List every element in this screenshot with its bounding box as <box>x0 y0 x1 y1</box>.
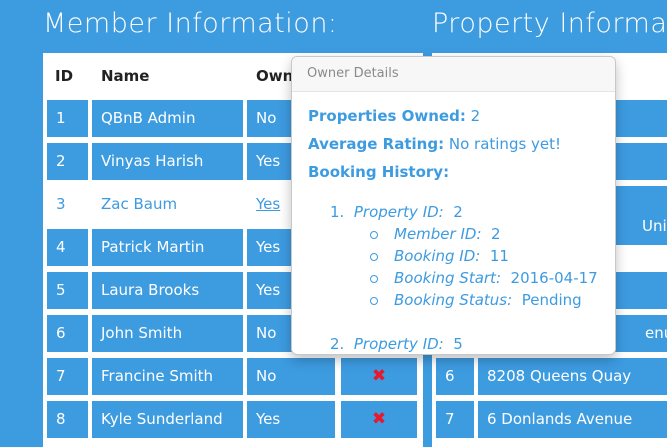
average-rating-value: No ratings yet! <box>448 135 562 153</box>
properties-owned-label: Properties Owned: <box>308 107 466 125</box>
member-name-cell: Patrick Martin <box>92 229 243 266</box>
property-info-heading: Property Informat <box>432 8 667 39</box>
bullet-icon <box>370 252 378 261</box>
member-id-item: Member ID: 2 <box>370 225 501 243</box>
member-owner-cell: No <box>247 358 335 395</box>
delete-member-icon[interactable]: ✖ <box>341 358 417 395</box>
properties-owned-value: 2 <box>470 107 481 125</box>
member-name-cell: John Smith <box>92 315 243 352</box>
bullet-icon <box>370 230 378 239</box>
bullet-icon <box>370 296 378 305</box>
member-name-cell: Kyle Sunderland <box>92 401 243 438</box>
member-id-cell: 2 <box>47 143 88 180</box>
booking-id-item: Booking ID: 11 <box>370 247 509 265</box>
member-name-cell: Francine Smith <box>92 358 243 395</box>
column-header-owner: Own <box>256 67 294 85</box>
member-id-cell: 5 <box>47 272 88 309</box>
property-id-cell: 6 <box>436 358 474 395</box>
properties-owned-line: Properties Owned: 2 <box>308 107 480 125</box>
owner-details-popover: Owner Details Properties Owned: 2 Averag… <box>291 56 616 355</box>
member-name-cell: Vinyas Harish <box>92 143 243 180</box>
member-owner-cell[interactable]: Yes <box>247 401 335 438</box>
booking-start-item: Booking Start: 2016-04-17 <box>370 269 598 287</box>
member-id-cell: 8 <box>47 401 88 438</box>
booking-history-label: Booking History: <box>308 163 450 181</box>
property-id-cell: 7 <box>436 401 474 438</box>
column-header-id: ID <box>55 67 74 85</box>
member-id-cell: 1 <box>47 100 88 137</box>
property-address-cell: 8208 Queens Quay <box>478 358 667 395</box>
average-rating-label: Average Rating: <box>308 135 445 153</box>
average-rating-line: Average Rating: No ratings yet! <box>308 135 561 153</box>
booking-status-item: Booking Status: Pending <box>370 291 582 309</box>
booking-entry: 2. Property ID: 5 <box>330 335 463 353</box>
member-id-cell: 4 <box>47 229 88 266</box>
property-address-cell: 6 Donlands Avenue <box>478 401 667 438</box>
booking-entry: 1. Property ID: 2 <box>330 203 463 221</box>
column-header-name: Name <box>101 67 150 85</box>
member-info-heading: Member Information: <box>43 8 338 39</box>
delete-member-icon[interactable]: ✖ <box>341 401 417 438</box>
member-id-cell: 7 <box>47 358 88 395</box>
member-name-cell: Zac Baum <box>92 186 243 223</box>
member-name-cell: Laura Brooks <box>92 272 243 309</box>
member-name-cell: QBnB Admin <box>92 100 243 137</box>
member-id-cell: 6 <box>47 315 88 352</box>
popover-title: Owner Details <box>292 57 615 92</box>
bullet-icon <box>370 274 378 283</box>
member-id-cell: 3 <box>47 186 88 223</box>
